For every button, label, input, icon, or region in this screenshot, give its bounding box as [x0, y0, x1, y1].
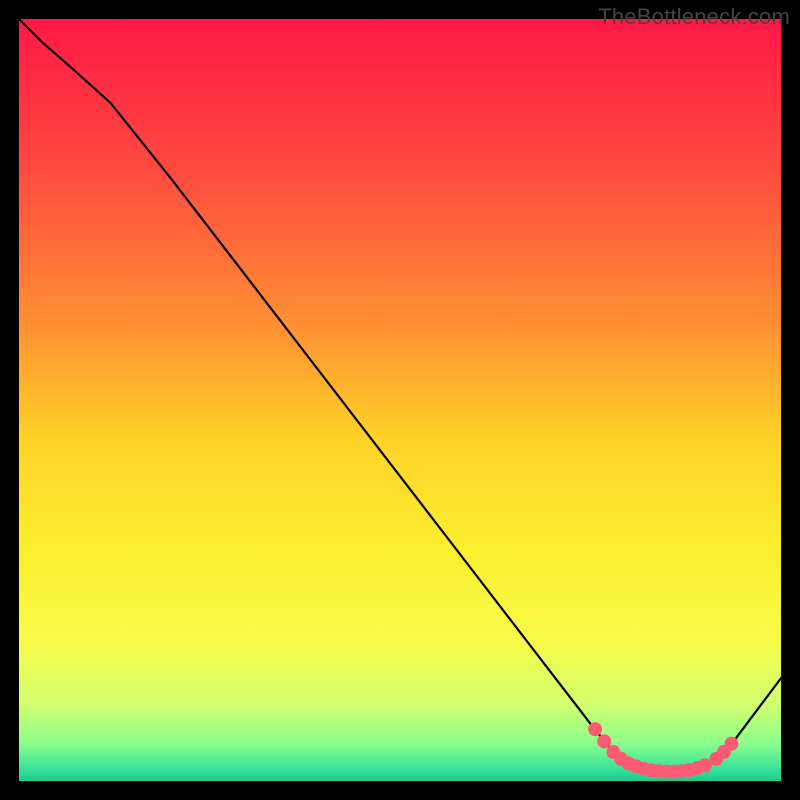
plot-area: [19, 19, 781, 781]
chart-container: TheBottleneck.com: [0, 0, 800, 800]
marker: [724, 737, 738, 751]
chart-background: [19, 19, 781, 781]
chart-svg: [19, 19, 781, 781]
marker: [597, 734, 611, 748]
watermark-text: TheBottleneck.com: [598, 4, 790, 30]
marker: [588, 722, 602, 736]
